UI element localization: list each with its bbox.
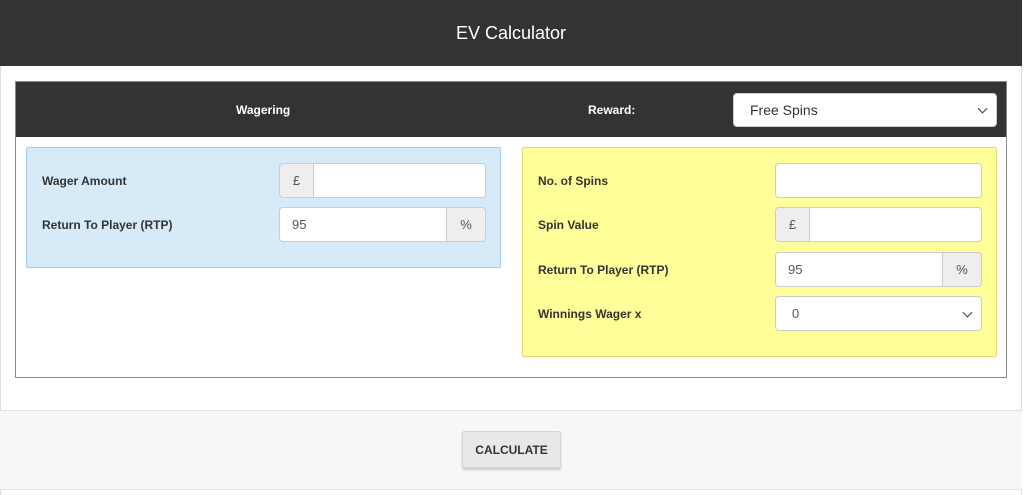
pound-currency-icon: £ [279,163,313,198]
spin-value-label: Spin Value [538,217,599,232]
winnings-wager-select[interactable]: 0 [775,296,982,331]
reward-rtp-input[interactable]: 95 [775,252,943,287]
num-spins-label: No. of Spins [538,173,608,188]
wager-amount-row: Wager Amount £ [27,163,500,198]
chevron-down-icon [962,307,973,318]
winnings-wager-row: Winnings Wager x 0 [523,296,996,331]
num-spins-row: No. of Spins [523,163,996,198]
percent-icon: % [447,207,486,242]
spin-value-input[interactable] [809,207,982,242]
reward-box: No. of Spins Spin Value £ Return To Play… [522,147,997,357]
winnings-wager-value: 0 [792,306,800,321]
panel-header: Wagering Reward: Free Spins [16,82,1006,137]
page-title: EV Calculator [455,22,567,43]
pound-currency-icon: £ [775,207,809,242]
spin-value-row: Spin Value £ [523,207,996,242]
percent-icon: % [943,252,982,287]
winnings-wager-group: 0 [775,296,982,331]
footer-bar: CALCULATE [0,410,1022,490]
spin-value-group: £ [775,207,982,242]
calculate-button[interactable]: CALCULATE [462,431,561,468]
reward-type-select[interactable]: Free Spins [733,93,997,127]
num-spins-input[interactable] [775,163,982,198]
wager-amount-input[interactable] [313,163,486,198]
num-spins-group [775,163,982,198]
wagering-heading: Wagering [236,102,291,117]
winnings-wager-label: Winnings Wager x [538,306,642,321]
reward-heading: Reward: [588,102,636,117]
wager-amount-label: Wager Amount [42,173,127,188]
calculator-panel: Wagering Reward: Free Spins Wager Amount… [15,81,1007,378]
wagering-rtp-label: Return To Player (RTP) [42,217,173,232]
wagering-rtp-input[interactable]: 95 [279,207,447,242]
wager-amount-group: £ [279,163,486,198]
wagering-box: Wager Amount £ Return To Player (RTP) 95… [26,147,501,268]
reward-rtp-label: Return To Player (RTP) [538,262,669,277]
chevron-down-icon [977,103,988,114]
wagering-rtp-group: 95 % [279,207,486,242]
reward-rtp-row: Return To Player (RTP) 95 % [523,252,996,287]
wagering-rtp-row: Return To Player (RTP) 95 % [27,207,500,242]
reward-type-value: Free Spins [750,102,818,118]
app-header: EV Calculator [0,0,1022,66]
reward-rtp-group: 95 % [775,252,982,287]
